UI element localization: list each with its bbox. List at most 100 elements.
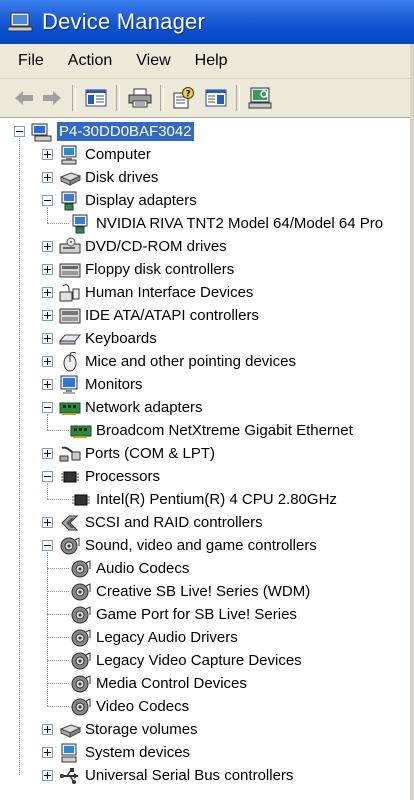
tree-connector bbox=[47, 637, 69, 638]
expand-toggle[interactable] bbox=[42, 149, 53, 160]
tree-category[interactable]: Computer bbox=[42, 143, 151, 166]
tree-category[interactable]: Storage volumes bbox=[42, 718, 198, 741]
processor-device-icon bbox=[72, 494, 90, 505]
tree-device[interactable]: NVIDIA RIVA TNT2 Model 64/Model 64 Pro bbox=[70, 212, 383, 235]
display-device-icon bbox=[72, 214, 88, 233]
tree-root[interactable]: P4-30DD0BAF3042 bbox=[14, 120, 194, 143]
toolbar-separator bbox=[72, 85, 76, 111]
expand-toggle[interactable] bbox=[42, 747, 53, 758]
tree-device[interactable]: Legacy Video Capture Devices bbox=[70, 649, 302, 672]
tree-category[interactable]: Keyboards bbox=[42, 327, 157, 350]
forward-button[interactable] bbox=[38, 84, 66, 112]
expand-toggle[interactable] bbox=[42, 310, 53, 321]
disk-drive-icon bbox=[59, 171, 81, 186]
collapse-toggle[interactable] bbox=[14, 126, 25, 137]
print-button[interactable] bbox=[126, 84, 154, 112]
tree-connector bbox=[47, 430, 69, 431]
sound-device-icon bbox=[71, 651, 91, 669]
expand-toggle[interactable] bbox=[42, 517, 53, 528]
expand-toggle[interactable] bbox=[42, 770, 53, 781]
tree-category[interactable]: Monitors bbox=[42, 373, 143, 396]
sound-device-icon bbox=[71, 605, 91, 623]
back-icon bbox=[15, 91, 33, 105]
sound-device-icon bbox=[71, 674, 91, 692]
expand-toggle[interactable] bbox=[42, 172, 53, 183]
tree-device[interactable]: Video Codecs bbox=[70, 695, 189, 718]
tree-category[interactable]: IDE ATA/ATAPI controllers bbox=[42, 304, 259, 327]
tree-connector bbox=[47, 660, 69, 661]
tree-device[interactable]: Audio Codecs bbox=[70, 557, 189, 580]
menu-view[interactable]: View bbox=[124, 52, 182, 70]
tree-category-label: Computer bbox=[85, 146, 151, 163]
back-button[interactable] bbox=[10, 84, 38, 112]
system-device-icon bbox=[61, 743, 77, 762]
view-button[interactable] bbox=[202, 84, 230, 112]
tree-device-label: NVIDIA RIVA TNT2 Model 64/Model 64 Pro bbox=[96, 215, 384, 232]
tree-root-label: P4-30DD0BAF3042 bbox=[57, 122, 194, 141]
tree-category[interactable]: DVD/CD-ROM drives bbox=[42, 235, 227, 258]
sound-device-icon bbox=[71, 582, 91, 600]
expand-toggle[interactable] bbox=[42, 448, 53, 459]
tree-device-label: Video Codecs bbox=[96, 698, 190, 715]
tree-connector bbox=[47, 614, 69, 615]
tree-device[interactable]: Creative SB Live! Series (WDM) bbox=[70, 580, 310, 603]
tree-device[interactable]: Intel(R) Pentium(R) 4 CPU 2.80GHz bbox=[70, 488, 337, 511]
tree-category-label: Sound, video and game controllers bbox=[85, 537, 317, 554]
tree-device-label: Game Port for SB Live! Series bbox=[96, 606, 297, 623]
tree-category[interactable]: Floppy disk controllers bbox=[42, 258, 234, 281]
expand-toggle[interactable] bbox=[42, 264, 53, 275]
collapse-toggle[interactable] bbox=[42, 402, 53, 413]
tree-category-label: Monitors bbox=[85, 376, 143, 393]
tree-category[interactable]: Mice and other pointing devices bbox=[42, 350, 296, 373]
tree-category-label: Human Interface Devices bbox=[85, 284, 254, 301]
tree-device[interactable]: Media Control Devices bbox=[70, 672, 247, 695]
ide-controller-icon bbox=[59, 308, 81, 323]
tree-category[interactable]: Universal Serial Bus controllers bbox=[42, 764, 293, 787]
tree-category[interactable]: Human Interface Devices bbox=[42, 281, 253, 304]
tree-connector bbox=[47, 483, 48, 499]
expand-toggle[interactable] bbox=[42, 356, 53, 367]
tree-category[interactable]: Sound, video and game controllers bbox=[42, 534, 317, 557]
tree-device-label: Audio Codecs bbox=[96, 560, 190, 577]
expand-toggle[interactable] bbox=[42, 724, 53, 735]
expand-toggle[interactable] bbox=[42, 379, 53, 390]
tree-device-label: Creative SB Live! Series (WDM) bbox=[96, 583, 311, 600]
tree-category[interactable]: System devices bbox=[42, 741, 190, 764]
tree-connector bbox=[47, 207, 48, 223]
tree-category-label: Display adapters bbox=[85, 192, 197, 209]
expand-toggle[interactable] bbox=[42, 333, 53, 344]
tree-device-label: Intel(R) Pentium(R) 4 CPU 2.80GHz bbox=[96, 491, 337, 508]
tree-category[interactable]: Ports (COM & LPT) bbox=[42, 442, 215, 465]
scan-hardware-button[interactable] bbox=[246, 84, 274, 112]
show-hide-console-tree-button[interactable] bbox=[82, 84, 110, 112]
tree-category[interactable]: Network adapters bbox=[42, 396, 203, 419]
toolbar-separator bbox=[236, 85, 240, 111]
tree-connector bbox=[47, 568, 69, 569]
tree-category-label: Universal Serial Bus controllers bbox=[85, 767, 294, 784]
tree-category[interactable]: Display adapters bbox=[42, 189, 197, 212]
monitor-icon bbox=[60, 375, 78, 394]
title-bar[interactable]: Device Manager bbox=[0, 0, 414, 44]
tree-category[interactable]: Disk drives bbox=[42, 166, 158, 189]
floppy-controller-icon bbox=[59, 263, 81, 277]
print-icon bbox=[128, 88, 152, 108]
help-properties-button[interactable]: ? bbox=[170, 84, 198, 112]
tree-device[interactable]: Game Port for SB Live! Series bbox=[70, 603, 297, 626]
storage-volume-icon bbox=[59, 723, 81, 738]
expand-toggle[interactable] bbox=[42, 287, 53, 298]
menu-action[interactable]: Action bbox=[56, 52, 124, 70]
collapse-toggle[interactable] bbox=[42, 471, 53, 482]
tree-device[interactable]: Broadcom NetXtreme Gigabit Ethernet bbox=[70, 419, 353, 442]
menu-help[interactable]: Help bbox=[183, 52, 240, 70]
tree-category[interactable]: SCSI and RAID controllers bbox=[42, 511, 263, 534]
sound-device-icon bbox=[71, 559, 91, 577]
scan-hardware-icon bbox=[248, 87, 272, 109]
tree-category[interactable]: Processors bbox=[42, 465, 160, 488]
collapse-toggle[interactable] bbox=[42, 195, 53, 206]
tree-connector bbox=[47, 414, 48, 430]
tree-device[interactable]: Legacy Audio Drivers bbox=[70, 626, 238, 649]
view-icon bbox=[205, 89, 227, 107]
collapse-toggle[interactable] bbox=[42, 540, 53, 551]
menu-file[interactable]: File bbox=[0, 52, 56, 70]
expand-toggle[interactable] bbox=[42, 241, 53, 252]
